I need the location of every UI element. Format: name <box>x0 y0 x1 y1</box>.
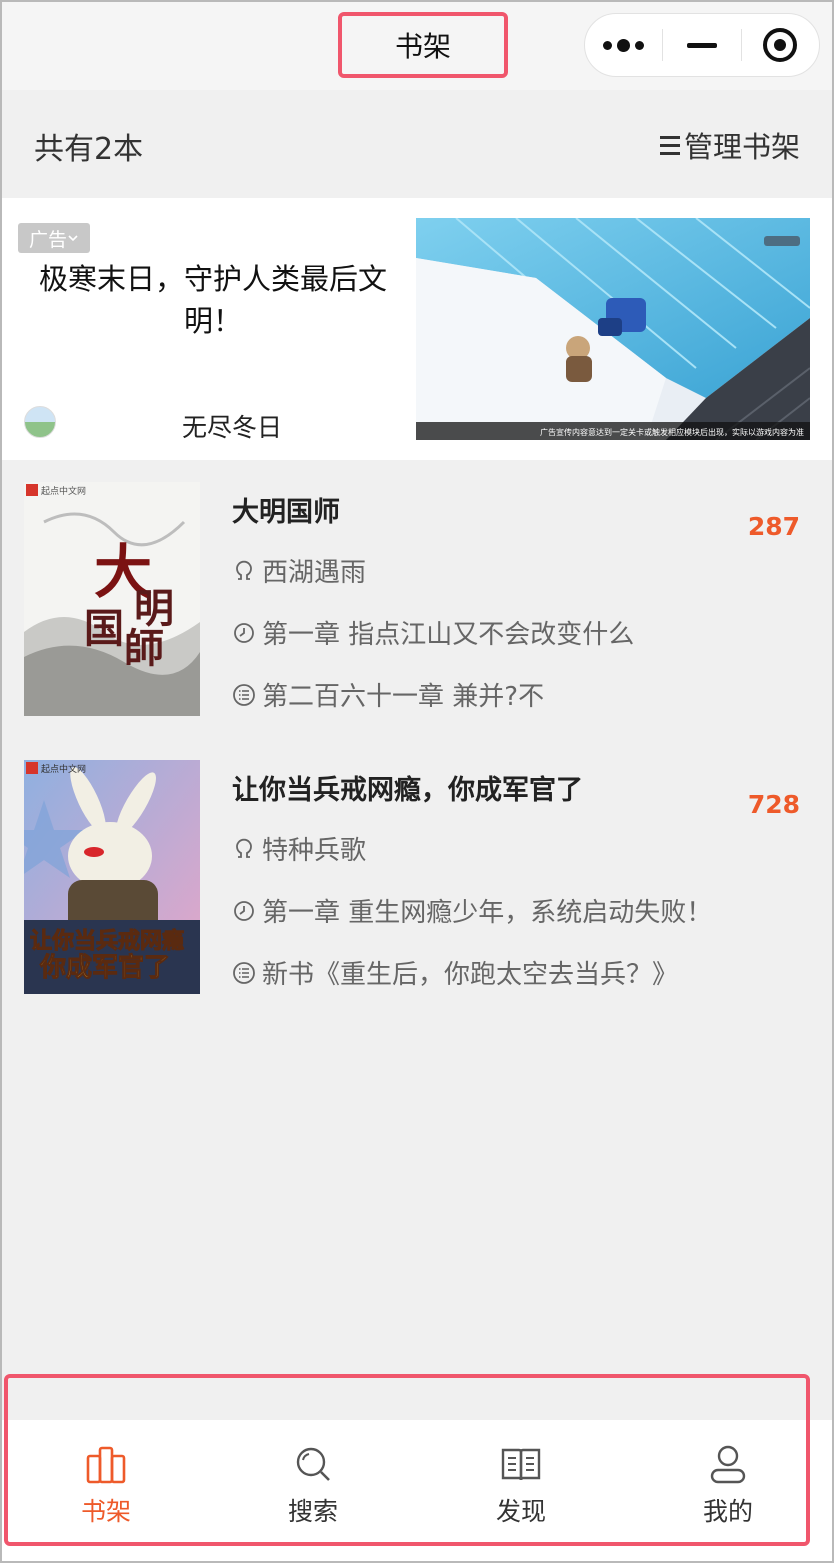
chevron-down-icon <box>68 235 78 242</box>
target-icon <box>763 28 798 62</box>
list-circle-icon <box>233 961 255 984</box>
last-read-chapter: 第一章 指点江山又不会改变什么 <box>262 620 635 650</box>
more-dots-icon <box>603 38 645 52</box>
page-title: 书架 <box>338 12 508 78</box>
tab-search[interactable]: 搜索 <box>243 1442 383 1542</box>
search-icon <box>296 1447 330 1481</box>
tab-label: 搜索 <box>287 1497 338 1526</box>
book-open-icon <box>501 1448 541 1481</box>
book-cover: 大 明 国 師 起点中文网 <box>24 482 200 716</box>
ad-image-caption: 广告宣传内容意达到一定关卡或触发相应模块后出现，实际以游戏内容为准 <box>540 428 804 437</box>
latest-chapter: 新书《重生后，你跑太空去当兵？》 <box>262 960 679 990</box>
more-button[interactable] <box>585 14 662 76</box>
list-icon <box>659 135 680 155</box>
book-title: 让你当兵戒网瘾，你成军官了 <box>232 775 583 806</box>
user-icon <box>710 1445 746 1484</box>
ad-avatar <box>24 406 56 438</box>
svg-text:国: 国 <box>84 605 124 652</box>
latest-chapter-row: 第二百六十一章 兼并?不 <box>232 676 544 713</box>
book-title: 大明国师 <box>232 497 340 528</box>
svg-text:起点中文网: 起点中文网 <box>41 763 86 775</box>
book-author: 西湖遇雨 <box>262 558 367 588</box>
book-item[interactable]: 大 明 国 師 起点中文网 大明国师 287 西湖遇雨 第一章 指点江山又不会改… <box>0 482 834 722</box>
bottom-tab-bar: 书架 搜索 发现 我的 <box>2 1420 832 1561</box>
minimize-button[interactable] <box>663 14 740 76</box>
book-cover-art: 大 明 国 師 起点中文网 <box>24 482 200 716</box>
unread-count-badge: 287 <box>747 512 800 541</box>
book-cover: 让你当兵戒网瘾 你成军官了 起点中文网 <box>24 760 200 994</box>
book-count: 共有2本 <box>34 132 144 167</box>
close-button[interactable] <box>742 14 819 76</box>
author-icon <box>236 560 252 580</box>
last-read-chapter: 第一章 重生网瘾少年，系统启动失败！ <box>262 898 713 928</box>
unread-count-badge: 728 <box>747 790 800 819</box>
book-author: 特种兵歌 <box>262 836 367 866</box>
last-read-row: 第一章 指点江山又不会改变什么 <box>232 614 634 651</box>
cover-publisher: 起点中文网 <box>41 485 86 497</box>
last-read-row: 第一章 重生网瘾少年，系统启动失败！ <box>232 892 712 929</box>
top-nav-bar: 书架 <box>0 0 834 90</box>
minimize-icon <box>686 42 717 48</box>
svg-text:让你当兵戒网瘾: 让你当兵戒网瘾 <box>30 928 184 954</box>
list-circle-icon <box>233 683 255 706</box>
manage-shelf-label: 管理书架 <box>683 130 800 164</box>
miniprogram-capsule <box>584 13 820 77</box>
latest-chapter-row: 新书《重生后，你跑太空去当兵？》 <box>232 954 678 991</box>
tab-discover[interactable]: 发现 <box>451 1442 591 1542</box>
tab-label: 书架 <box>80 1497 131 1526</box>
manage-shelf-button[interactable]: 管理书架 <box>659 124 800 166</box>
ad-title: 极寒末日，守护人类最后文明！ <box>38 262 387 338</box>
tab-label: 我的 <box>702 1497 753 1526</box>
svg-text:你成军官了: 你成军官了 <box>39 952 170 983</box>
book-author-row: 特种兵歌 <box>232 830 366 867</box>
ad-source: 无尽冬日 <box>182 413 283 442</box>
tab-profile[interactable]: 我的 <box>658 1442 798 1542</box>
ad-image[interactable]: 广告宣传内容意达到一定关卡或触发相应模块后出现，实际以游戏内容为准 <box>416 218 810 440</box>
ad-tag-label: 广告 <box>28 228 67 251</box>
ad-tag[interactable]: 广告 <box>18 223 90 253</box>
book-item[interactable]: 让你当兵戒网瘾 你成军官了 起点中文网 让你当兵戒网瘾，你成军官了 728 特种… <box>0 760 834 1000</box>
clock-icon <box>234 900 254 921</box>
book-author-row: 西湖遇雨 <box>232 552 366 589</box>
shelf-header: 共有2本 管理书架 <box>0 90 834 198</box>
tab-bookshelf[interactable]: 书架 <box>36 1442 176 1542</box>
ad-game-image <box>416 218 810 440</box>
author-icon <box>236 838 252 858</box>
ad-card[interactable]: 广告 极寒末日，守护人类最后文明！ 无尽冬日 广告宣传内容意达到一定关卡或触发相… <box>2 198 832 460</box>
latest-chapter: 第二百六十一章 兼并?不 <box>262 682 545 712</box>
tab-label: 发现 <box>495 1497 546 1526</box>
clock-icon <box>234 622 254 643</box>
bookshelf-icon <box>86 1446 126 1484</box>
svg-text:師: 師 <box>124 625 164 672</box>
book-cover-art: 让你当兵戒网瘾 你成军官了 起点中文网 <box>24 760 200 994</box>
